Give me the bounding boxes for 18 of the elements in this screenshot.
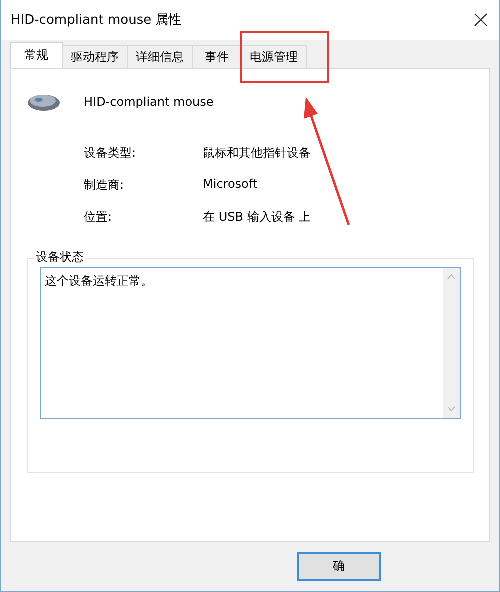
status-textbox[interactable]: 这个设备运转正常。 bbox=[40, 267, 461, 419]
tab[interactable]: 驱动程序 bbox=[62, 45, 128, 68]
window-title: HID-compliant mouse 属性 bbox=[11, 12, 182, 29]
device-name: HID-compliant mouse bbox=[84, 95, 214, 109]
scroll-up-icon[interactable] bbox=[447, 274, 456, 280]
scroll-down-icon[interactable] bbox=[447, 406, 456, 412]
group-title: 设备状态 bbox=[34, 249, 86, 266]
property-value: Microsoft bbox=[203, 177, 259, 193]
property-label: 制造商: bbox=[84, 177, 126, 194]
ok-button[interactable]: 确 bbox=[297, 552, 381, 581]
tab[interactable]: 常规 bbox=[10, 42, 63, 68]
property-label: 位置: bbox=[84, 209, 114, 226]
close-icon[interactable] bbox=[473, 12, 489, 28]
property-value: 鼠标和其他指针设备 bbox=[203, 145, 312, 162]
scrollbar[interactable] bbox=[443, 268, 460, 418]
tab[interactable]: 电源管理 bbox=[241, 45, 307, 68]
property-label: 设备类型: bbox=[84, 145, 138, 162]
property-value: 在 USB 输入设备 上 bbox=[203, 209, 312, 226]
